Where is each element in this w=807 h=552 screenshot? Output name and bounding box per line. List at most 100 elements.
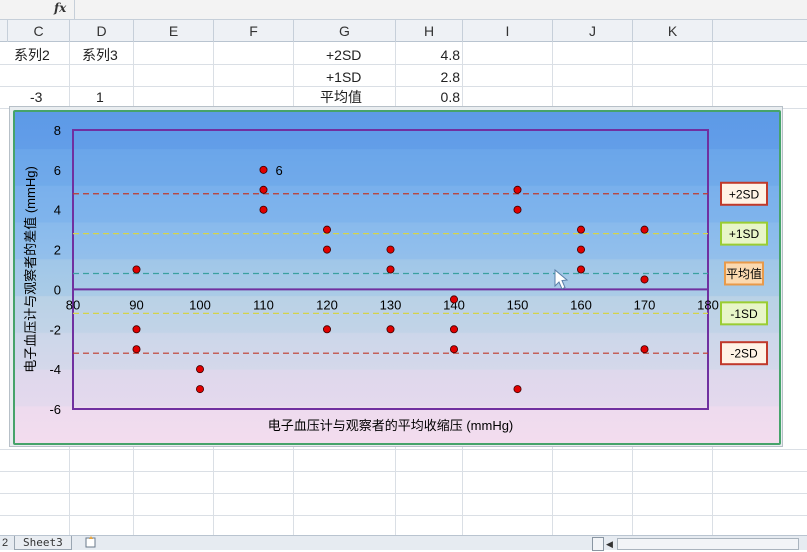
chart-bands (15, 112, 779, 443)
data-point (449, 325, 458, 334)
cell-h3[interactable]: 0.8 (422, 87, 460, 107)
x-tick-label: 90 (129, 297, 143, 312)
chart-band (15, 259, 779, 297)
reference-legend-box: 平均值 (724, 261, 764, 286)
cell-g3[interactable]: 平均值 (320, 87, 362, 107)
data-point (449, 345, 458, 354)
y-tick-label: 4 (54, 203, 61, 218)
x-tick-label: 170 (634, 297, 656, 312)
cell-h1[interactable]: 4.8 (422, 45, 460, 65)
reference-legend-box: +2SD (720, 181, 768, 206)
reference-legend-box: -1SD (720, 301, 768, 326)
cell-g2[interactable]: +1SD (326, 67, 361, 87)
reference-legend-label: 平均值 (726, 266, 762, 281)
data-point (640, 275, 649, 284)
data-point (513, 385, 522, 394)
reference-legend-label: -1SD (730, 307, 758, 321)
data-point (259, 185, 268, 194)
y-tick-label: -6 (49, 402, 61, 417)
reference-legend-label: +1SD (729, 227, 760, 241)
reference-legend-box: +1SD (720, 221, 768, 246)
data-point (386, 245, 395, 254)
grid-line (0, 86, 807, 87)
column-header-k[interactable]: K (633, 20, 713, 42)
x-tick-label: 80 (66, 297, 80, 312)
x-tick-label: 130 (380, 297, 402, 312)
grid-line (0, 515, 807, 516)
x-axis-label: 电子血压计与观察者的平均收缩压 (mmHg) (268, 418, 514, 433)
column-header-row: C D E F G H I J K (0, 20, 807, 42)
chart-band (15, 185, 779, 223)
x-tick-label: 150 (507, 297, 529, 312)
y-tick-label: 8 (54, 123, 61, 138)
y-tick-label: 0 (54, 282, 61, 297)
sheet-tab-sheet3[interactable]: Sheet3 (14, 536, 72, 550)
grid-line (0, 449, 807, 450)
reference-legend-label: +2SD (729, 187, 760, 201)
cell-c3[interactable]: -3 (30, 87, 42, 107)
data-label: 6 (276, 163, 283, 178)
column-header-d[interactable]: D (70, 20, 134, 42)
column-header-h[interactable]: H (396, 20, 463, 42)
y-axis-label: 电子血压计与观察者的差值 (mmHg) (23, 166, 38, 373)
data-point (132, 265, 141, 274)
data-point (132, 325, 141, 334)
chart-band (15, 148, 779, 187)
chart-band (15, 332, 779, 370)
data-point (449, 295, 458, 304)
insert-sheet-icon[interactable] (84, 536, 98, 549)
cell-d1[interactable]: 系列3 (82, 45, 118, 65)
data-point (640, 345, 649, 354)
data-point (195, 365, 204, 374)
data-point (513, 185, 522, 194)
data-point (259, 165, 268, 174)
formula-bar[interactable]: fx (0, 0, 807, 20)
y-tick-label: -4 (49, 362, 61, 377)
cell-d3[interactable]: 1 (96, 87, 104, 107)
data-point (577, 225, 586, 234)
data-point (386, 265, 395, 274)
column-header-edge (0, 20, 8, 42)
cell-g1[interactable]: +2SD (326, 45, 361, 65)
cell-c1[interactable]: 系列2 (14, 45, 50, 65)
fx-icon[interactable]: fx (54, 1, 66, 15)
cell-h2[interactable]: 2.8 (422, 67, 460, 87)
x-tick-label: 100 (189, 297, 211, 312)
horizontal-scroll-split-handle[interactable] (592, 537, 604, 551)
scroll-left-arrow-icon[interactable]: ◀ (606, 539, 613, 550)
sheet-tab-prev[interactable]: 2 (2, 537, 8, 549)
x-tick-label: 180 (697, 297, 719, 312)
horizontal-scrollbar[interactable] (617, 538, 799, 550)
y-tick-label: 6 (54, 163, 61, 178)
column-header-j[interactable]: J (553, 20, 633, 42)
grid-line (0, 493, 807, 494)
column-header-c[interactable]: C (8, 20, 70, 42)
data-point (640, 225, 649, 234)
data-point (577, 265, 586, 274)
data-point (195, 385, 204, 394)
data-point (322, 245, 331, 254)
column-header-i[interactable]: I (463, 20, 553, 42)
x-tick-label: 160 (570, 297, 592, 312)
chart-band (15, 222, 779, 260)
data-point (513, 205, 522, 214)
data-point (322, 325, 331, 334)
chart-band (15, 369, 779, 407)
y-tick-label: 2 (54, 243, 61, 258)
data-point (132, 345, 141, 354)
grid-line (0, 471, 807, 472)
x-tick-label: 110 (253, 297, 274, 312)
column-header-f[interactable]: F (214, 20, 294, 42)
formula-bar-divider (74, 0, 75, 20)
data-point (259, 205, 268, 214)
reference-legend-label: -2SD (730, 347, 758, 361)
y-tick-label: -2 (49, 322, 61, 337)
grid-line (0, 64, 807, 65)
data-point (386, 325, 395, 334)
sheet-tab-bar: 2 Sheet3 ◀ (0, 535, 807, 551)
column-header-e[interactable]: E (134, 20, 214, 42)
reference-legend-box: -2SD (720, 341, 768, 366)
column-header-g[interactable]: G (294, 20, 396, 42)
scatter-chart[interactable]: -6-4-202468 80 90 100 110 120 130 140 150 160 170… (15, 112, 779, 443)
x-tick-label: 120 (316, 297, 338, 312)
